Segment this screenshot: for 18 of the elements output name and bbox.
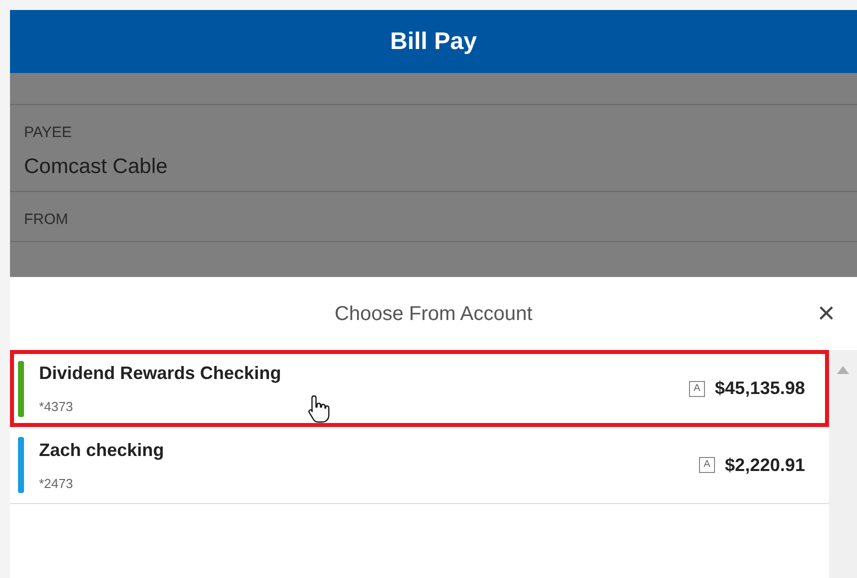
account-name: Zach checking: [39, 438, 164, 462]
field-value: Comcast Cable: [24, 156, 169, 177]
account-number: *2473: [39, 474, 74, 493]
account-type-badge: A: [698, 457, 715, 473]
close-button[interactable]: ×: [817, 299, 835, 329]
scrollbar[interactable]: [829, 350, 857, 578]
account-name: Dividend Rewards Checking: [39, 362, 282, 386]
hand-cursor-icon: [308, 394, 330, 424]
scroll-up-icon[interactable]: [837, 366, 849, 374]
account-number: *4373: [39, 398, 74, 416]
field-label: PAYEE: [24, 125, 73, 140]
account-row[interactable]: Dividend Rewards Checking *4373 A $45,135.98: [10, 350, 829, 427]
account-balance: $45,135.98: [714, 377, 805, 400]
sheet-title: Choose From Account: [334, 302, 532, 326]
field-label: FROM: [24, 212, 70, 227]
account-balance: $2,220.91: [724, 454, 805, 476]
page-title: Bill Pay: [390, 26, 477, 56]
account-type-badge: A: [688, 380, 705, 396]
